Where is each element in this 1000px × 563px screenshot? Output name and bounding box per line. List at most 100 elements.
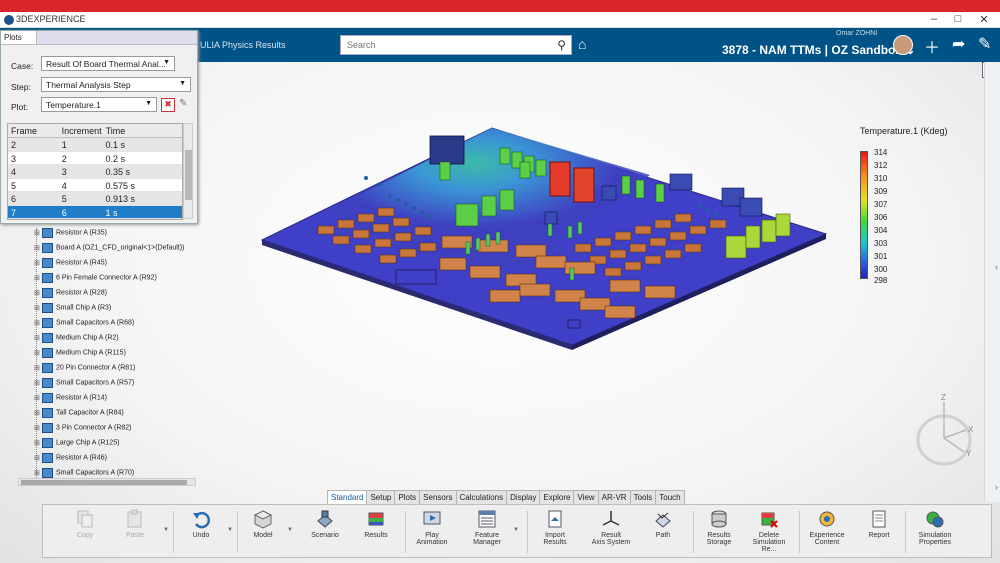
expand-icon[interactable]: ⊞ bbox=[34, 439, 42, 447]
copy-button[interactable]: Copy bbox=[63, 509, 107, 539]
paste-button[interactable]: Paste bbox=[113, 509, 157, 539]
tab-calculations[interactable]: Calculations bbox=[455, 490, 508, 504]
tree-horizontal-scrollbar[interactable] bbox=[18, 478, 196, 486]
plot-select[interactable]: Temperature.1 ▼ bbox=[41, 97, 157, 112]
import-results-button[interactable]: Import Results bbox=[533, 509, 577, 546]
expand-icon[interactable]: ⊞ bbox=[34, 289, 42, 297]
tree-item[interactable]: ⊞ Small Capacitors A (R68) bbox=[34, 318, 134, 333]
expand-icon[interactable]: ⊞ bbox=[34, 319, 42, 327]
tree-item[interactable]: ⊞ 6 Pin Female Connector A (R92) bbox=[34, 273, 157, 288]
chevron-left-icon[interactable]: ‹ bbox=[995, 262, 998, 272]
tab-tools[interactable]: Tools bbox=[629, 490, 657, 504]
model-button[interactable]: Model bbox=[241, 509, 285, 539]
tree-item[interactable]: ⊞ Large Chip A (R125) bbox=[34, 438, 119, 453]
edit-plot-icon[interactable]: ✎ bbox=[179, 98, 187, 109]
expand-icon[interactable]: ⊞ bbox=[34, 424, 42, 432]
chevron-down-icon[interactable]: ▼ bbox=[287, 527, 293, 533]
expand-icon[interactable]: ⊞ bbox=[34, 349, 42, 357]
tree-item[interactable]: ⊞ Resistor A (R14) bbox=[34, 393, 107, 408]
play-animation-button[interactable]: Play Animation bbox=[410, 509, 454, 546]
minimize-button[interactable]: – bbox=[924, 13, 944, 25]
tab-explore[interactable]: Explore bbox=[539, 490, 575, 504]
undo-button[interactable]: Undo bbox=[179, 509, 223, 539]
table-row[interactable]: 3 2 0.2 s bbox=[8, 152, 182, 165]
table-row[interactable]: 6 5 0.913 s bbox=[8, 192, 182, 206]
expand-icon[interactable]: ⊞ bbox=[34, 229, 42, 237]
specification-tree: ⊞ Resistor A (R35) ⊞ Board A (OZ1_CFD_orig… bbox=[0, 224, 198, 482]
share-icon[interactable]: ➦ bbox=[952, 34, 965, 54]
tab-touch[interactable]: Touch bbox=[655, 490, 685, 504]
chevron-down-icon[interactable]: ▼ bbox=[513, 527, 519, 533]
avatar[interactable] bbox=[893, 35, 913, 55]
table-row-selected[interactable]: 7 6 1 s bbox=[8, 205, 182, 219]
tab-setup[interactable]: Setup bbox=[366, 490, 396, 504]
tree-item[interactable]: ⊞ Small Chip A (R3) bbox=[34, 303, 111, 318]
tools-icon[interactable]: ✎ bbox=[978, 34, 991, 54]
search-icon[interactable]: ⚲ bbox=[557, 38, 566, 52]
expand-icon[interactable]: ⊞ bbox=[34, 394, 42, 402]
tree-item[interactable]: ⊞ Medium Chip A (R115) bbox=[34, 348, 126, 363]
case-select[interactable]: Result Of Board Thermal Anal... ▼ bbox=[41, 56, 175, 71]
maximize-button[interactable]: □ bbox=[948, 13, 968, 25]
expand-icon[interactable]: ⊞ bbox=[34, 364, 42, 372]
add-icon[interactable]: ＋ bbox=[924, 34, 940, 58]
expand-icon[interactable]: ⊞ bbox=[34, 469, 42, 477]
chevron-down-icon[interactable]: ▼ bbox=[227, 527, 233, 533]
tag-icon[interactable]: ⌂ bbox=[578, 36, 586, 52]
tree-item[interactable]: ⊞ Resistor A (R28) bbox=[34, 288, 107, 303]
table-row[interactable]: 4 3 0.35 s bbox=[8, 165, 182, 179]
step-select[interactable]: Thermal Analysis Step ▼ bbox=[41, 77, 191, 92]
feature-manager-button[interactable]: Feature Manager bbox=[465, 509, 509, 546]
part-icon bbox=[42, 258, 53, 268]
simulation-properties-button[interactable]: Simulation Properties bbox=[913, 509, 957, 546]
expand-icon[interactable]: ⊞ bbox=[34, 259, 42, 267]
scrollbar-thumb[interactable] bbox=[21, 480, 187, 485]
table-row[interactable]: 5 4 0.575 s bbox=[8, 179, 182, 192]
results-storage-button[interactable]: Results Storage bbox=[697, 509, 741, 546]
chevron-right-icon[interactable]: › bbox=[995, 482, 998, 492]
expand-icon[interactable]: ⊞ bbox=[34, 274, 42, 282]
report-button[interactable]: Report bbox=[857, 509, 901, 539]
result-axis-system-button[interactable]: Result Axis System bbox=[589, 509, 633, 546]
column-frame: Frame bbox=[11, 126, 38, 136]
tab-view[interactable]: View bbox=[573, 490, 599, 504]
expand-icon[interactable]: ⊞ bbox=[34, 454, 42, 462]
chevron-down-icon[interactable]: ▼ bbox=[163, 527, 169, 533]
expand-icon[interactable]: ⊞ bbox=[34, 244, 42, 252]
tree-item[interactable]: ⊞ Medium Chip A (R2) bbox=[34, 333, 119, 348]
search-input[interactable] bbox=[341, 36, 541, 54]
tab-standard[interactable]: Standard bbox=[327, 490, 368, 504]
close-window-button[interactable]: ✕ bbox=[974, 13, 994, 26]
scenario-button[interactable]: Scenario bbox=[303, 509, 347, 539]
delete-simulation-results-button[interactable]: Delete Simulation Re... bbox=[747, 509, 791, 553]
tab-sensors[interactable]: Sensors bbox=[419, 490, 457, 504]
collaborative-space-selector[interactable]: 3878 - NAM TTMs | OZ Sandbox ⌄ bbox=[722, 43, 915, 57]
plot-style-icon[interactable]: ✖ bbox=[161, 98, 175, 112]
compass-icon[interactable]: Z X Y bbox=[912, 390, 982, 470]
tree-item[interactable]: ⊞ Resistor A (R46) bbox=[34, 453, 107, 468]
tab-ar-vr[interactable]: AR-VR bbox=[597, 490, 631, 504]
path-button[interactable]: Path bbox=[641, 509, 685, 539]
temperature-legend: Temperature.1 (Kdeg) 314 312 310 309 307… bbox=[860, 126, 948, 285]
window-titlebar: 3DEXPERIENCE – □ ✕ bbox=[0, 12, 1000, 28]
table-row[interactable]: 2 1 0.1 s bbox=[8, 138, 182, 152]
table-scrollbar[interactable] bbox=[183, 123, 193, 219]
experience-content-button[interactable]: Experience Content bbox=[805, 509, 849, 546]
tree-item[interactable]: ⊞ Resistor A (R45) bbox=[34, 258, 107, 273]
tree-item[interactable]: ⊞ Board A (OZ1_CFD_original<1>(Default)) bbox=[34, 243, 184, 258]
tab-plots[interactable]: Plots bbox=[394, 490, 421, 504]
tree-item[interactable]: ⊞ Tall Capacitor A (R84) bbox=[34, 408, 124, 423]
search-box[interactable]: ⚲ bbox=[340, 35, 572, 55]
expand-icon[interactable]: ⊞ bbox=[34, 379, 42, 387]
expand-icon[interactable]: ⊞ bbox=[34, 304, 42, 312]
tree-item[interactable]: ⊞ Resistor A (R35) bbox=[34, 228, 107, 243]
results-button[interactable]: Results bbox=[354, 509, 398, 539]
plots-tab[interactable]: Plots bbox=[1, 31, 37, 45]
tree-item[interactable]: ⊞ 3 Pin Connector A (R82) bbox=[34, 423, 132, 438]
tree-item[interactable]: ⊞ Small Capacitors A (R57) bbox=[34, 378, 134, 393]
scrollbar-thumb[interactable] bbox=[185, 150, 192, 200]
tree-item[interactable]: ⊞ 20 Pin Connector A (R81) bbox=[34, 363, 135, 378]
tab-display[interactable]: Display bbox=[506, 490, 541, 504]
expand-icon[interactable]: ⊞ bbox=[34, 334, 42, 342]
expand-icon[interactable]: ⊞ bbox=[34, 409, 42, 417]
